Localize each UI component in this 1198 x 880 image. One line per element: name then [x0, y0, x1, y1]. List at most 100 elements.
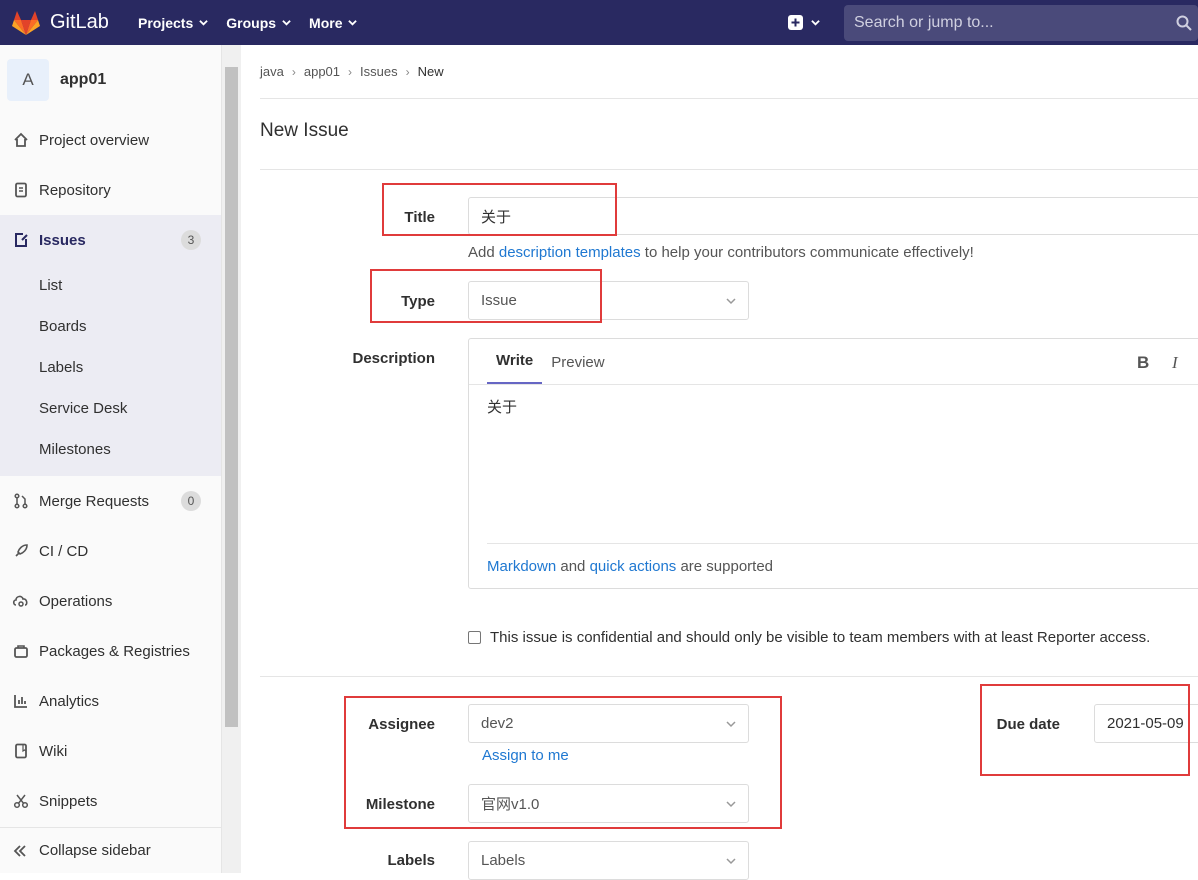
title-field[interactable]	[468, 197, 1198, 235]
sidebar-item-label: Operations	[39, 592, 113, 610]
chevron-down-icon	[726, 857, 736, 864]
confidential-option[interactable]: This issue is confidential and should on…	[468, 629, 1150, 646]
chevron-down-icon	[726, 720, 736, 727]
divider	[260, 169, 1198, 170]
chevron-down-icon	[726, 800, 736, 807]
nav-more-label: More	[309, 14, 343, 31]
title-input[interactable]	[481, 207, 1198, 225]
breadcrumb-issues[interactable]: Issues	[360, 64, 398, 79]
sidebar-subitem-labels[interactable]: Labels	[0, 347, 221, 388]
assignee-value: dev2	[481, 715, 514, 732]
brand-name: GitLab	[50, 11, 109, 33]
italic-icon[interactable]: I	[1172, 353, 1178, 373]
project-avatar: A	[7, 59, 49, 101]
breadcrumb-new[interactable]: New	[418, 64, 444, 79]
sidebar-item-packages-registries[interactable]: Packages & Registries	[0, 626, 221, 676]
wiki-book-icon	[12, 742, 30, 760]
sidebar-item-operations[interactable]: Operations	[0, 576, 221, 626]
chevron-right-icon: ›	[291, 64, 296, 79]
breadcrumb: java › app01 › Issues › New	[260, 64, 444, 79]
nav-projects-dropdown[interactable]: Projects	[138, 15, 208, 31]
sidebar-subitem-boards[interactable]: Boards	[0, 306, 221, 347]
type-value: Issue	[481, 292, 517, 309]
type-label: Type	[401, 293, 435, 310]
sidebar-subitem-list[interactable]: List	[0, 265, 221, 306]
nav-groups-label: Groups	[226, 14, 277, 31]
assign-to-me-link[interactable]: Assign to me	[482, 747, 569, 764]
sidebar-item-label: Project overview	[39, 131, 150, 149]
sidebar-item-label: Snippets	[39, 792, 98, 810]
labels-value: Labels	[481, 852, 526, 869]
sidebar-item-ci-cd[interactable]: CI / CD	[0, 526, 221, 576]
due-date-field[interactable]	[1094, 704, 1198, 743]
description-editor: Write Preview B I 关于 Markdown and quick …	[468, 338, 1198, 589]
breadcrumb-app01[interactable]: app01	[304, 64, 340, 79]
markdown-link[interactable]: Markdown	[487, 558, 556, 575]
sidebar-item-snippets[interactable]: Snippets	[0, 776, 221, 826]
hint-text: and	[556, 558, 590, 575]
editor-divider	[469, 384, 1198, 385]
sidebar-item-issues[interactable]: Issues 3	[0, 215, 221, 265]
sidebar-subitem-milestones[interactable]: Milestones	[0, 429, 221, 470]
search-input[interactable]	[854, 13, 1154, 32]
sidebar-project-header[interactable]: A app01	[0, 45, 221, 115]
description-label: Description	[352, 350, 435, 367]
description-textarea[interactable]: 关于	[487, 396, 517, 417]
quick-actions-link[interactable]: quick actions	[590, 558, 677, 575]
merge-request-icon	[12, 492, 30, 510]
assignee-label: Assignee	[368, 716, 435, 733]
collapse-sidebar-label: Collapse sidebar	[39, 842, 151, 859]
tab-preview[interactable]: Preview	[542, 354, 613, 384]
sidebar-item-label: Merge Requests	[39, 492, 150, 510]
scrollbar-thumb[interactable]	[225, 67, 238, 727]
sidebar-item-label: CI / CD	[39, 542, 89, 560]
milestone-value: 官网v1.0	[481, 796, 540, 813]
nav-more-dropdown[interactable]: More	[309, 14, 358, 31]
nav-groups-dropdown[interactable]: Groups	[226, 15, 291, 31]
gitlab-logo[interactable]: GitLab	[12, 10, 120, 36]
labels-label: Labels	[387, 852, 435, 869]
sidebar-subitem-service-desk[interactable]: Service Desk	[0, 388, 221, 429]
milestone-label: Milestone	[365, 796, 435, 813]
milestone-select[interactable]: 官网v1.0	[468, 784, 749, 823]
chevron-down-icon	[282, 20, 291, 26]
nav-projects-label: Projects	[138, 14, 194, 31]
tab-write[interactable]: Write	[487, 352, 543, 384]
plus-square-icon	[788, 15, 803, 30]
chevron-right-icon: ›	[348, 64, 353, 79]
editor-tabs: Write Preview	[487, 339, 614, 384]
due-date-input[interactable]	[1107, 715, 1198, 732]
sidebar-item-project-overview[interactable]: Project overview	[0, 115, 221, 165]
new-item-dropdown[interactable]	[788, 15, 820, 30]
home-icon	[12, 131, 30, 149]
gitlab-tanuki-icon	[12, 10, 40, 35]
sidebar-item-merge-requests[interactable]: Merge Requests 0	[0, 476, 221, 526]
sidebar-item-label: Analytics	[39, 692, 100, 710]
assignee-select[interactable]: dev2	[468, 704, 749, 743]
sidebar-item-analytics[interactable]: Analytics	[0, 676, 221, 726]
bold-icon[interactable]: B	[1137, 353, 1149, 373]
rocket-icon	[12, 542, 30, 560]
confidential-checkbox[interactable]	[468, 631, 481, 644]
issues-icon	[12, 231, 30, 249]
templates-hint: Add description templates to help your c…	[468, 244, 974, 261]
labels-select[interactable]: Labels	[468, 841, 749, 880]
editor-footer-divider	[487, 543, 1198, 544]
sidebar-item-label: Issues	[39, 231, 86, 249]
collapse-sidebar-button[interactable]: Collapse sidebar	[0, 827, 222, 873]
book-icon	[12, 181, 30, 199]
sidebar-item-wiki[interactable]: Wiki	[0, 726, 221, 776]
scissors-icon	[12, 792, 30, 810]
markdown-hint: Markdown and quick actions are supported	[487, 558, 773, 575]
divider	[260, 676, 1198, 677]
page-title: New Issue	[260, 120, 349, 141]
sidebar-item-repository[interactable]: Repository	[0, 165, 221, 215]
main-content: java › app01 › Issues › New New Issue Ti…	[241, 45, 1198, 880]
divider	[260, 98, 1198, 99]
sidebar-scrollbar[interactable]	[222, 45, 241, 873]
breadcrumb-java[interactable]: java	[260, 64, 284, 79]
search-box[interactable]	[844, 4, 1198, 41]
search-icon	[1176, 15, 1192, 31]
description-templates-link[interactable]: description templates	[499, 244, 641, 261]
type-select[interactable]: Issue	[468, 281, 749, 320]
